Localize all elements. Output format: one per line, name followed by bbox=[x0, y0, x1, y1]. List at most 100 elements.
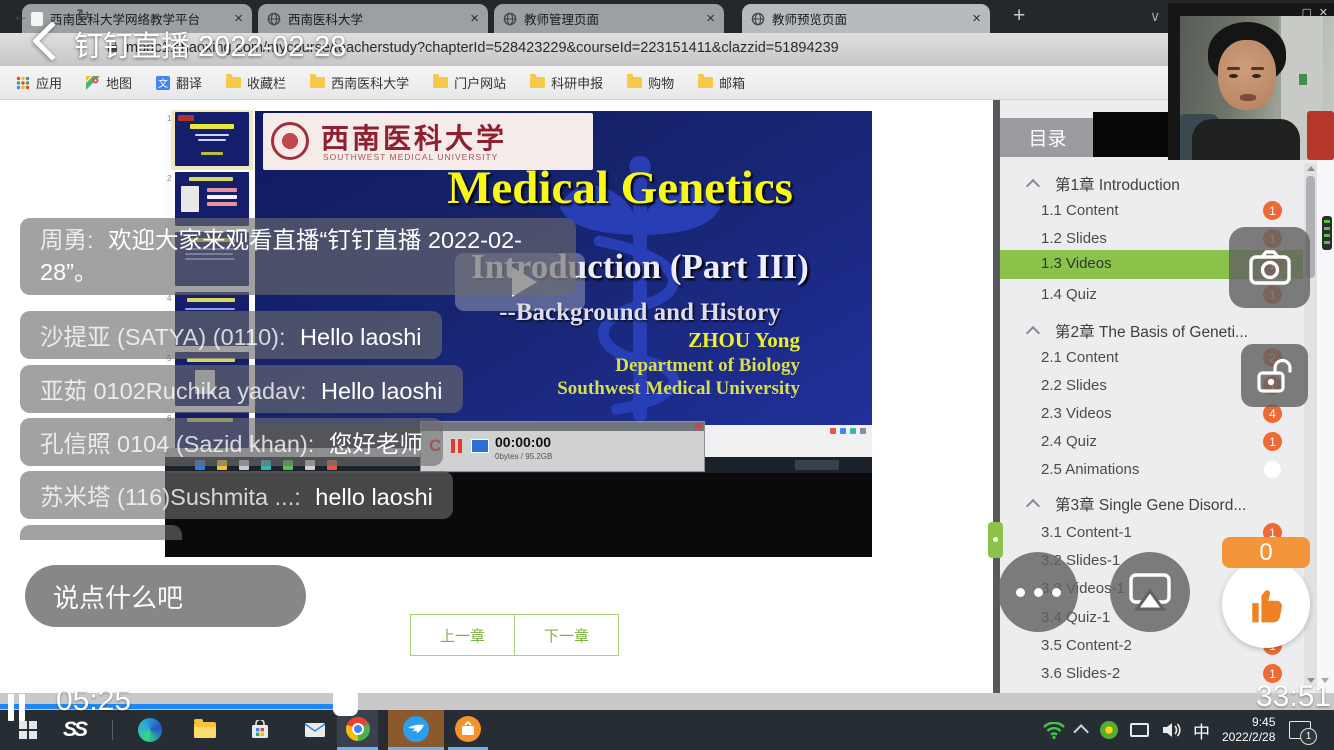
antivirus-tray-icon[interactable] bbox=[1100, 721, 1118, 739]
taskbar-chrome-app[interactable] bbox=[337, 710, 378, 750]
chat-text: Hello laoshi bbox=[321, 378, 442, 404]
background-red-object bbox=[1307, 111, 1334, 160]
item-label: 2.5 Animations bbox=[1041, 461, 1139, 478]
toc-chapter-3[interactable]: 第3章 Single Gene Disord... bbox=[1000, 490, 1303, 516]
next-chapter-button[interactable]: 下一章 bbox=[514, 614, 619, 656]
screenshot-button[interactable] bbox=[1229, 227, 1310, 308]
tab-close-icon[interactable]: × bbox=[470, 11, 479, 26]
action-center-icon[interactable]: 1 bbox=[1289, 721, 1311, 739]
university-logo bbox=[271, 122, 309, 160]
prev-chapter-button[interactable]: 上一章 bbox=[410, 614, 515, 656]
chat-text: Hello laoshi bbox=[300, 324, 421, 350]
taskbar-mail-app[interactable] bbox=[295, 710, 335, 750]
item-label: 3.5 Content-2 bbox=[1041, 637, 1132, 654]
new-tab-button[interactable]: + bbox=[1013, 4, 1025, 28]
tab-teacher-manage[interactable]: 教师管理页面 × bbox=[494, 4, 724, 33]
volume-icon[interactable] bbox=[1161, 722, 1181, 738]
chat-sender: 沙提亚 (SATYA) (0110): bbox=[40, 324, 286, 350]
folder-icon bbox=[433, 77, 448, 88]
recorder-storage: 0bytes / 95.2GB bbox=[495, 452, 552, 461]
chaoxing-icon: SS bbox=[63, 718, 85, 742]
slide-department: Department of Biology bbox=[557, 354, 800, 377]
toc-chapter-1[interactable]: 第1章 Introduction bbox=[1000, 170, 1303, 196]
tab-close-icon[interactable]: × bbox=[706, 11, 715, 26]
toc-item-2-5[interactable]: 2.5 Animations bbox=[1000, 457, 1303, 483]
chapter-title: 第3章 Single Gene Disord... bbox=[1055, 493, 1246, 515]
taskbar-edge-app[interactable] bbox=[130, 710, 170, 750]
bookmark-mail-folder[interactable]: 邮箱 bbox=[698, 73, 745, 92]
inner-task-tray bbox=[795, 460, 839, 470]
file-explorer-icon bbox=[194, 722, 216, 738]
notification-area[interactable]: 1 bbox=[1289, 710, 1311, 750]
tab-list-chevron-icon[interactable]: ∨ bbox=[1150, 8, 1160, 25]
bookmark-shopping-folder[interactable]: 购物 bbox=[627, 73, 674, 92]
open-lock-icon bbox=[1255, 356, 1295, 396]
taskbar-clock[interactable]: 9:45 2022/2/28 bbox=[1222, 715, 1275, 745]
pause-button[interactable] bbox=[8, 694, 14, 721]
tab-teacher-preview[interactable]: 教师预览页面 × bbox=[742, 4, 990, 33]
chat-input[interactable]: 说点什么吧 bbox=[25, 565, 306, 627]
face-detail bbox=[1229, 74, 1238, 78]
face-detail bbox=[1240, 94, 1256, 101]
display-tray-icon[interactable] bbox=[1130, 723, 1149, 737]
teacher-webcam-window[interactable]: ▢ ✕ bbox=[1168, 3, 1334, 160]
map-icon bbox=[86, 76, 100, 90]
chat-message: 亚茹 0102Ruchika yadav: Hello laoshi bbox=[20, 365, 463, 413]
clock-time: 9:45 bbox=[1222, 715, 1275, 730]
chapter-title: 第1章 Introduction bbox=[1055, 173, 1180, 195]
progress-bar-played[interactable] bbox=[0, 704, 345, 709]
folder-icon bbox=[310, 77, 325, 88]
folder-icon bbox=[698, 77, 713, 88]
tab-title: 教师管理页面 bbox=[524, 9, 699, 28]
bookmark-portal-folder[interactable]: 门户网站 bbox=[433, 73, 506, 92]
screen-recorder-window: C 00:00:00 0bytes / 95.2GB bbox=[420, 421, 705, 472]
taskbar-store-app[interactable] bbox=[240, 710, 280, 750]
more-options-button[interactable] bbox=[998, 552, 1078, 632]
toc-item-2-4[interactable]: 2.4 Quiz 1 bbox=[1000, 429, 1303, 455]
camera-icon bbox=[1247, 249, 1293, 287]
scroll-up-icon[interactable] bbox=[1307, 166, 1315, 171]
slide-thumbnail[interactable] bbox=[175, 112, 249, 166]
university-name-cn: 西南医科大学 bbox=[321, 117, 507, 157]
toc-item-1-1[interactable]: 1.1 Content 1 bbox=[1000, 198, 1303, 224]
screen-share-button[interactable] bbox=[1110, 552, 1190, 632]
teacher-shirt bbox=[1192, 119, 1300, 160]
face-detail bbox=[1251, 67, 1264, 70]
unlock-button[interactable] bbox=[1241, 344, 1308, 407]
bookmark-research-folder[interactable]: 科研申报 bbox=[530, 73, 603, 92]
slide-author: ZHOU Yong bbox=[557, 328, 800, 354]
taskbar-explorer-app[interactable] bbox=[185, 710, 225, 750]
bookmark-favorites-folder[interactable]: 收藏栏 bbox=[226, 73, 286, 92]
ellipsis-icon bbox=[1016, 588, 1061, 597]
pause-button-bar[interactable] bbox=[19, 694, 25, 721]
face-detail bbox=[1227, 67, 1240, 70]
taskbar-dingtalk-app[interactable] bbox=[388, 710, 444, 750]
wifi-icon[interactable] bbox=[1043, 722, 1065, 739]
taskbar-live-app[interactable] bbox=[448, 710, 488, 750]
bookmark-apps[interactable]: 应用 bbox=[16, 73, 62, 92]
total-duration: 33:51 bbox=[1256, 680, 1331, 714]
toc-collapse-handle[interactable] bbox=[988, 522, 1003, 558]
back-icon[interactable]: ← bbox=[12, 6, 29, 26]
ime-indicator[interactable]: 中 bbox=[1193, 718, 1210, 743]
item-label: 1.4 Quiz bbox=[1041, 286, 1097, 303]
bookmark-label: 收藏栏 bbox=[247, 73, 286, 92]
tray-expand-icon[interactable] bbox=[1073, 724, 1089, 740]
chat-text: 您好老师 bbox=[329, 431, 423, 457]
bookmark-university-folder[interactable]: 西南医科大学 bbox=[310, 73, 409, 92]
chat-sender: 苏米塔 (116)Sushmita ...: bbox=[40, 484, 301, 510]
mail-icon bbox=[304, 722, 326, 738]
chevron-up-icon bbox=[1026, 326, 1040, 340]
start-button[interactable] bbox=[8, 710, 48, 750]
teacher-face bbox=[1218, 40, 1276, 110]
chat-sender: 孔信照 0104 (Sazid khan): bbox=[40, 431, 314, 457]
folder-icon bbox=[530, 77, 545, 88]
bookmark-translate[interactable]: 文 翻译 bbox=[156, 73, 202, 92]
page-scrollbar[interactable] bbox=[1317, 100, 1334, 693]
bookmark-maps[interactable]: 地图 bbox=[86, 73, 132, 92]
like-button[interactable] bbox=[1222, 560, 1310, 648]
inner-desktop-page bbox=[705, 425, 872, 457]
progress-thumb[interactable] bbox=[333, 689, 358, 716]
tab-close-icon[interactable]: × bbox=[972, 11, 981, 26]
toc-chapter-2[interactable]: 第2章 The Basis of Geneti... bbox=[1000, 317, 1303, 343]
